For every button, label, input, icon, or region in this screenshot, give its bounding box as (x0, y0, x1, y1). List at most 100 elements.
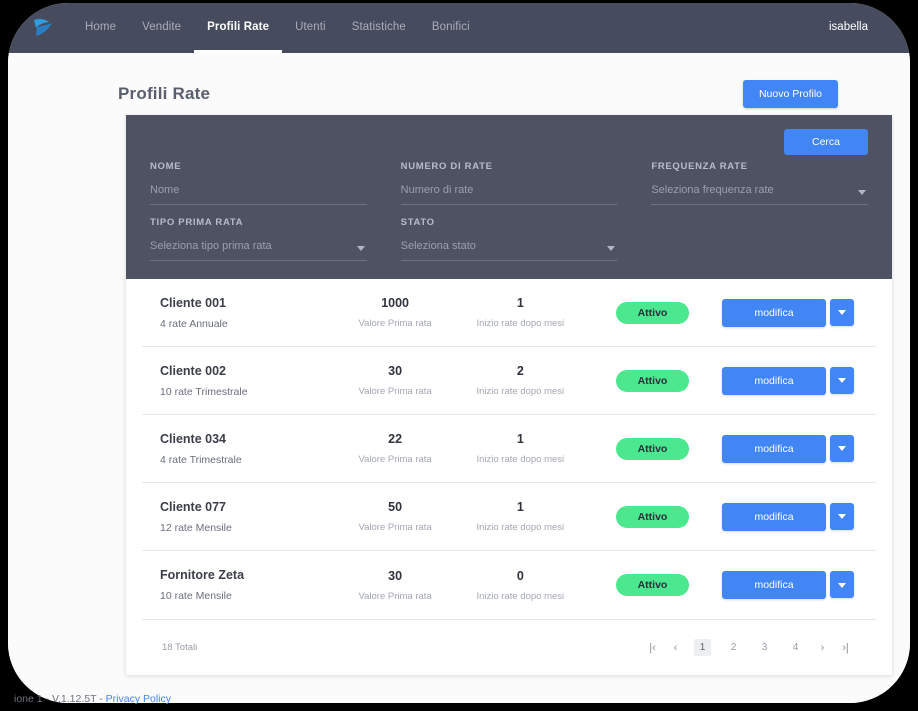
row-start-caption: Inizio rate dopo mesi (476, 386, 565, 397)
row-value: 30 (388, 364, 403, 378)
nav-item-list: Home Vendite Profili Rate Utenti Statist… (72, 3, 483, 53)
row-status-cell: Attivo (583, 369, 722, 392)
nav-item-statistiche[interactable]: Statistiche (339, 3, 419, 53)
edit-button[interactable]: modifica (722, 571, 827, 599)
search-button[interactable]: Cerca (783, 129, 868, 155)
row-status-cell: Attivo (583, 505, 722, 528)
edit-button[interactable]: modifica (722, 366, 827, 395)
row-name-cell: Cliente 001 4 rate Annuale (146, 296, 333, 330)
row-start-months: 1 (516, 500, 524, 514)
search-row: Cerca (150, 129, 868, 155)
filter-field-tipo-prima-rata: TIPO PRIMA RATA Seleziona tipo prima rat… (150, 217, 367, 261)
row-detail: 4 rate Annuale (160, 317, 228, 330)
row-actions-dropdown-button[interactable] (830, 298, 855, 326)
row-value-cell: 50 Valore Prima rata (333, 500, 458, 533)
tipo-prima-rata-select[interactable]: Seleziona tipo prima rata (150, 238, 367, 261)
row-value: 30 (388, 568, 403, 583)
row-actions-dropdown-button[interactable] (830, 571, 855, 598)
prev-page-icon[interactable]: ‹ (667, 639, 684, 656)
row-detail: 10 rate Mensile (160, 590, 232, 602)
table-row[interactable]: Cliente 077 12 rate Mensile 50 Valore Pr… (142, 483, 876, 551)
row-start-cell: 1 Inizio rate dopo mesi (458, 296, 583, 329)
nav-item-vendite[interactable]: Vendite (129, 3, 194, 53)
filter-label-nome: NOME (150, 161, 182, 172)
chevron-down-icon (356, 246, 365, 251)
row-name-cell: Cliente 034 4 rate Trimestrale (146, 432, 333, 466)
status-badge[interactable]: Attivo (615, 437, 690, 460)
edit-button[interactable]: modifica (722, 298, 827, 327)
filter-grid: NOME Nome NUMERO DI RATE Numero di rate (150, 161, 868, 261)
top-navbar: Home Vendite Profili Rate Utenti Statist… (8, 3, 910, 53)
row-value-cell: 1000 Valore Prima rata (333, 296, 458, 329)
numero-rate-input-placeholder: Numero di rate (400, 184, 474, 196)
row-value-caption: Valore Prima rata (358, 522, 432, 533)
table-row[interactable]: Cliente 002 10 rate Trimestrale 30 Valor… (142, 347, 876, 415)
row-actions-dropdown-button[interactable] (830, 366, 855, 394)
chevron-down-icon (858, 190, 866, 195)
page-title: Profili Rate (118, 84, 211, 103)
nav-item-utenti[interactable]: Utenti (282, 3, 339, 53)
row-actions-dropdown-button[interactable] (830, 502, 855, 530)
row-name: Fornitore Zeta (160, 568, 245, 582)
status-badge[interactable]: Attivo (615, 301, 690, 324)
first-page-icon[interactable]: |‹ (644, 639, 661, 656)
new-profile-button[interactable]: Nuovo Profilo (742, 80, 838, 108)
next-page-icon[interactable]: › (814, 639, 831, 656)
app-window: Home Vendite Profili Rate Utenti Statist… (8, 3, 910, 703)
table-row[interactable]: Cliente 001 4 rate Annuale 1000 Valore P… (142, 279, 876, 347)
stato-select[interactable]: Seleziona stato (400, 238, 618, 261)
row-name-cell: Fornitore Zeta 10 rate Mensile (146, 568, 333, 602)
filter-label-stato: STATO (400, 217, 435, 228)
row-start-months: 1 (516, 296, 524, 310)
privacy-policy-link[interactable]: Privacy Policy (106, 693, 171, 705)
row-start-caption: Inizio rate dopo mesi (476, 522, 565, 533)
nav-item-home[interactable]: Home (72, 3, 129, 53)
row-actions-dropdown-button[interactable] (830, 434, 855, 462)
row-name: Cliente 034 (160, 431, 227, 446)
row-name: Cliente 077 (160, 499, 227, 514)
page-1-button[interactable]: 1 (694, 639, 711, 656)
row-value-caption: Valore Prima rata (358, 590, 432, 602)
stato-select-placeholder: Seleziona stato (400, 240, 476, 252)
nav-item-profili-rate[interactable]: Profili Rate (194, 3, 283, 53)
page-header: Profili Rate Nuovo Profilo (8, 53, 910, 115)
row-name-cell: Cliente 077 12 rate Mensile (146, 500, 333, 534)
page-2-button[interactable]: 2 (725, 639, 742, 656)
edit-button[interactable]: modifica (722, 434, 827, 463)
row-name: Cliente 002 (160, 363, 227, 378)
nome-input[interactable]: Nome (150, 182, 367, 205)
row-start-cell: 1 Inizio rate dopo mesi (458, 432, 583, 465)
user-menu[interactable]: isabella (829, 21, 868, 33)
frequenza-rate-select[interactable]: Seleziona frequenza rate (651, 182, 868, 205)
frequenza-rate-select-placeholder: Seleziona frequenza rate (651, 184, 774, 196)
row-status-cell: Attivo (583, 437, 722, 460)
status-badge[interactable]: Attivo (615, 505, 690, 528)
page-4-button[interactable]: 4 (787, 639, 804, 656)
page-3-button[interactable]: 3 (756, 639, 773, 656)
screen: Home Vendite Profili Rate Utenti Statist… (0, 0, 918, 711)
filter-panel: Cerca NOME Nome NUMERO DI RATE Numero di… (126, 115, 892, 279)
table-row[interactable]: Cliente 034 4 rate Trimestrale 22 Valore… (142, 415, 876, 483)
status-badge[interactable]: Attivo (615, 574, 690, 596)
filter-label-tipo-prima-rata: TIPO PRIMA RATA (150, 217, 244, 228)
row-actions: modifica (722, 571, 872, 599)
filter-field-numero-rate: NUMERO DI RATE Numero di rate (400, 161, 618, 205)
profiles-card: Cerca NOME Nome NUMERO DI RATE Numero di… (126, 115, 892, 675)
numero-rate-input[interactable]: Numero di rate (400, 182, 618, 205)
pagination-controls: |‹ ‹ 1 2 3 4 › ›| (644, 639, 854, 656)
nav-item-bonifici[interactable]: Bonifici (419, 3, 483, 53)
row-value: 50 (388, 500, 403, 514)
filter-label-frequenza-rate: FREQUENZA RATE (651, 161, 748, 172)
row-actions: modifica (722, 298, 872, 327)
app-logo-icon[interactable] (26, 3, 60, 53)
row-detail: 12 rate Mensile (160, 521, 232, 534)
row-start-caption: Inizio rate dopo mesi (476, 454, 565, 465)
status-badge[interactable]: Attivo (615, 369, 690, 392)
row-start-caption: Inizio rate dopo mesi (476, 590, 565, 602)
row-start-caption: Inizio rate dopo mesi (476, 318, 565, 329)
last-page-icon[interactable]: ›| (837, 639, 854, 656)
table-row[interactable]: Fornitore Zeta 10 rate Mensile 30 Valore… (142, 551, 876, 619)
row-start-months: 1 (516, 432, 524, 446)
edit-button[interactable]: modifica (722, 502, 827, 531)
row-value: 1000 (381, 296, 409, 310)
